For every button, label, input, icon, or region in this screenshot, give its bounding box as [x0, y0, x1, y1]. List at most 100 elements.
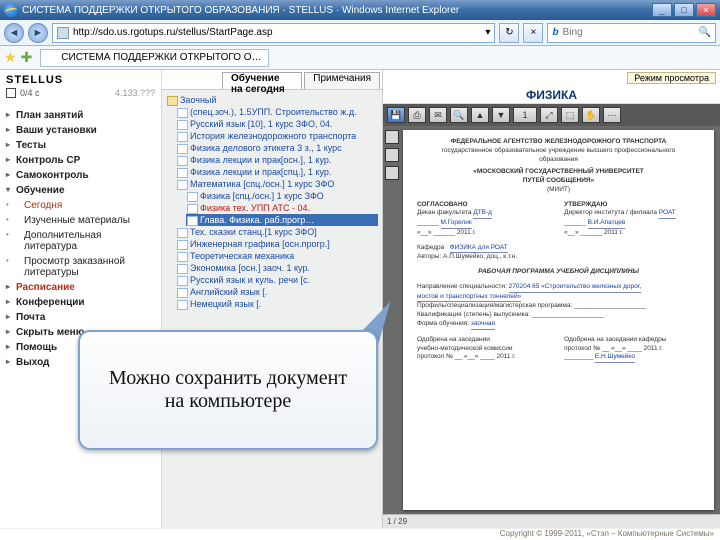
- search-engine-icon: b: [552, 27, 558, 38]
- doc-sign-r: ________ Е.Н.Шумейко: [564, 353, 700, 363]
- tree-item[interactable]: Физика делового этикета 3 з., 1 курс: [176, 142, 378, 154]
- pdf-zoom-button[interactable]: ⤢: [540, 107, 558, 123]
- tree-item[interactable]: Теоретическая механика: [176, 250, 378, 262]
- tree-item[interactable]: Немецкий язык [.: [176, 298, 378, 310]
- search-input[interactable]: [563, 27, 695, 38]
- pdf-page-number[interactable]: 1: [513, 107, 537, 123]
- window-minimize-button[interactable]: _: [652, 3, 672, 17]
- doc-right-head: УТВЕРЖДАЮ: [564, 201, 700, 210]
- dropdown-icon[interactable]: ▾: [485, 27, 490, 38]
- tree-item[interactable]: Физика лекции и прак[спц.], 1 кур.: [176, 166, 378, 178]
- tab-favicon: [47, 53, 57, 63]
- tree-item[interactable]: Математика [спц./осн.] 1 курс ЗФО: [176, 178, 378, 190]
- doc-approval-row: СОГЛАСОВАНО Декан факультета ДТВ-д _____…: [417, 201, 700, 238]
- tree-root[interactable]: Заочный: [166, 94, 378, 106]
- back-button[interactable]: ◄: [4, 23, 24, 43]
- tree-item[interactable]: Физика тех. УПП АТС - 04.: [186, 202, 378, 214]
- page-footer: Copyright © 1999-2011, «Стэл – Компьютер…: [0, 528, 720, 540]
- pdf-fit-button[interactable]: ⬚: [561, 107, 579, 123]
- url-input[interactable]: [73, 27, 481, 38]
- pdf-save-button[interactable]: 💾: [387, 107, 405, 123]
- add-favorite-icon[interactable]: ✚: [21, 49, 33, 66]
- brand-title: STELLUS: [6, 74, 155, 86]
- sidebar-item[interactable]: Самоконтроль: [6, 168, 155, 183]
- pdf-print-button[interactable]: ⎙: [408, 107, 426, 123]
- doc-appr-r1: Одобрена на заседании кафедры: [564, 336, 700, 345]
- tree-item[interactable]: История железнодорожного транспорта: [176, 130, 378, 142]
- sidebar-item[interactable]: Тесты: [6, 138, 155, 153]
- favorites-star-icon[interactable]: ★: [4, 49, 17, 66]
- address-bar[interactable]: ▾: [52, 23, 495, 43]
- doc-appr-r3: протокол № __ «__» ____ 2011 г.: [564, 345, 700, 354]
- version-label: 4.133.???: [115, 88, 155, 98]
- doc-kval: Квалификация (степень) выпускника: _____…: [417, 311, 700, 320]
- doc-prof: Профиль/специализация/магистерская прогр…: [417, 302, 700, 311]
- doc-left-1: Декан факультета ДТВ-д: [417, 209, 553, 219]
- tree-item[interactable]: (спец.зоч.), 1.5УПП. Строительство ж.д.: [176, 106, 378, 118]
- pdf-page-up-button[interactable]: ▲: [471, 107, 489, 123]
- search-box[interactable]: b 🔍: [547, 23, 716, 43]
- brand-version-row: 0/4 с 4.133.???: [6, 88, 155, 98]
- tab-today[interactable]: Обучение на сегодня: [222, 72, 302, 89]
- stop-button[interactable]: ×: [523, 23, 543, 43]
- window-titlebar: СИСТЕМА ПОДДЕРЖКИ ОТКРЫТОГО ОБРАЗОВАНИЯ …: [0, 0, 720, 20]
- doc-univ1: «МОСКОВСКИЙ ГОСУДАРСТВЕННЫЙ УНИВЕРСИТЕТ: [417, 168, 700, 177]
- pdf-bookmarks-button[interactable]: [385, 148, 399, 162]
- tree-item[interactable]: Русский язык и куль. речи [с.: [176, 274, 378, 286]
- refresh-button[interactable]: ↻: [499, 23, 519, 43]
- pdf-page-down-button[interactable]: ▼: [492, 107, 510, 123]
- pdf-find-button[interactable]: 🔍: [450, 107, 468, 123]
- pdf-mail-button[interactable]: ✉: [429, 107, 447, 123]
- tree-item[interactable]: Глава. Физика. раб.прогр…: [186, 214, 378, 226]
- pdf-statusbar: 1 / 29: [383, 514, 720, 528]
- doc-sub2: образования: [417, 156, 700, 165]
- sidebar-item[interactable]: План занятий: [6, 108, 155, 123]
- app-sidebar: STELLUS 0/4 с 4.133.??? План занятийВаши…: [0, 70, 162, 528]
- course-tree: Заочный (спец.зоч.), 1.5УПП. Строительст…: [162, 90, 382, 310]
- tree-item[interactable]: Физика [спц./осн.] 1 курс ЗФО: [186, 190, 378, 202]
- tab-notes[interactable]: Примечания: [304, 72, 380, 89]
- doc-appr-l3: протокол № __ «__» ____ 2011 г.: [417, 353, 553, 362]
- pdf-more-button[interactable]: ⋯: [603, 107, 621, 123]
- tree-item[interactable]: Английский язык [.: [176, 286, 378, 298]
- forward-button[interactable]: ►: [28, 23, 48, 43]
- tab-title: СИСТЕМА ПОДДЕРЖКИ ОТКРЫТОГО О…: [61, 52, 261, 63]
- site-favicon: [57, 27, 69, 39]
- doc-left-2: ______ М.Горелик: [417, 219, 553, 229]
- sidebar-item[interactable]: Просмотр заказанной литературы: [6, 254, 155, 280]
- tree-item[interactable]: Русский язык [10], 1 курс ЗФО, 04.: [176, 118, 378, 130]
- doc-spec: Направление специальности: 270204.65 «Ст…: [417, 283, 700, 293]
- document-pane: Режим просмотра ФИЗИКА 💾 ⎙ ✉ 🔍 ▲ ▼ 1 ⤢ ⬚…: [382, 70, 720, 528]
- search-go-icon[interactable]: 🔍: [699, 27, 711, 38]
- sidebar-item[interactable]: Конференции: [6, 295, 155, 310]
- sidebar-item[interactable]: Сегодня: [6, 198, 155, 213]
- tree-item[interactable]: Физика лекции и прак[осн.], 1 кур.: [176, 154, 378, 166]
- sidebar-item[interactable]: Обучение: [6, 183, 155, 198]
- browser-tab[interactable]: СИСТЕМА ПОДДЕРЖКИ ОТКРЫТОГО О…: [40, 49, 268, 67]
- window-maximize-button[interactable]: □: [674, 3, 694, 17]
- callout-line1: Можно сохранить документ: [109, 367, 347, 390]
- view-mode-chip[interactable]: Режим просмотра: [627, 72, 716, 84]
- doc-right-year: «__» ______ 2011 г.: [564, 229, 700, 238]
- sidebar-item[interactable]: Контроль СР: [6, 153, 155, 168]
- favorites-bar: ★ ✚ СИСТЕМА ПОДДЕРЖКИ ОТКРЫТОГО О…: [0, 46, 720, 70]
- document-heading: ФИЗИКА: [383, 86, 720, 104]
- pdf-page[interactable]: ФЕДЕРАЛЬНОЕ АГЕНТСТВО ЖЕЛЕЗНОДОРОЖНОГО Т…: [403, 130, 714, 510]
- window-close-button[interactable]: ×: [696, 3, 716, 17]
- pdf-hand-tool-button[interactable]: ✋: [582, 107, 600, 123]
- pdf-thumbs-button[interactable]: [385, 130, 399, 144]
- sidebar-item[interactable]: Изученные материалы: [6, 213, 155, 228]
- tree-item[interactable]: Тех. сказки станц.[1 курс ЗФО]: [176, 226, 378, 238]
- callout-bubble: Можно сохранить документ на компьютере: [78, 330, 378, 450]
- doc-authors: Авторы: А.П.Шумейко, доц., к.т.н.: [417, 253, 700, 262]
- sidebar-item[interactable]: Почта: [6, 310, 155, 325]
- doc-kafedra: Кафедра ФИЗИКА для РОАТ: [417, 244, 700, 254]
- sidebar-item[interactable]: Расписание: [6, 280, 155, 295]
- doc-right-1: Директор института / филиала РОАТ: [564, 209, 700, 219]
- tree-item[interactable]: Инженерная графика [осн.прогр.]: [176, 238, 378, 250]
- sidebar-item[interactable]: Дополнительная литература: [6, 228, 155, 254]
- sidebar-item[interactable]: Ваши установки: [6, 123, 155, 138]
- center-tabs: Обучение на сегодня Примечания: [162, 70, 382, 90]
- pdf-attach-button[interactable]: [385, 166, 399, 180]
- tree-item[interactable]: Экономика [осн.] заоч. 1 кур.: [176, 262, 378, 274]
